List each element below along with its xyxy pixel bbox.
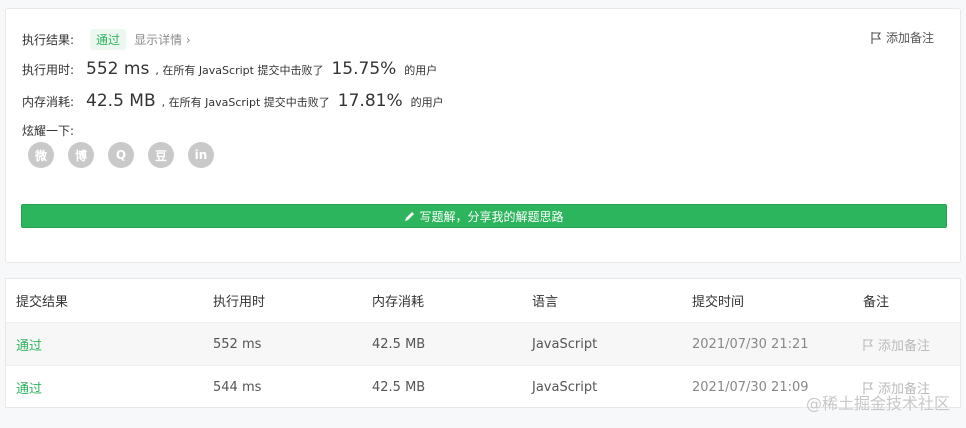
row-time: 552 ms (213, 337, 262, 352)
submissions-table: 提交结果 执行用时 内存消耗 语言 提交时间 备注 通过 552 ms 42.5… (5, 278, 961, 408)
header-result: 提交结果 (16, 295, 69, 310)
runtime-beat-text: , 在所有 JavaScript 提交中击败了 (155, 64, 324, 77)
memory-row: 内存消耗: 42.5 MB , 在所有 JavaScript 提交中击败了 17… (22, 91, 444, 111)
row-add-note-button[interactable]: 添加备注 (863, 323, 930, 366)
memory-beat-text: , 在所有 JavaScript 提交中击败了 (161, 96, 330, 109)
linkedin-icon[interactable]: in (188, 142, 214, 168)
runtime-percent: 15.75% (331, 59, 397, 79)
submission-result-card: 执行结果: 通过 显示详情 › 添加备注 执行用时: 552 ms , 在所有 … (5, 8, 961, 263)
douban-icon[interactable]: 豆 (148, 142, 174, 168)
header-time: 执行用时 (213, 295, 266, 310)
table-row: 通过 552 ms 42.5 MB JavaScript 2021/07/30 … (6, 322, 960, 365)
table-header: 提交结果 执行用时 内存消耗 语言 提交时间 备注 (6, 279, 960, 322)
header-submitted: 提交时间 (692, 295, 745, 310)
memory-label: 内存消耗: (22, 95, 75, 109)
row-submitted: 2021/07/30 21:21 (692, 337, 809, 352)
share-row: 炫耀一下: (22, 122, 74, 139)
write-solution-button[interactable]: 写题解，分享我的解题思路 (21, 204, 947, 228)
pencil-icon (405, 211, 415, 221)
status-badge: 通过 (90, 29, 127, 50)
header-memory: 内存消耗 (372, 295, 425, 310)
header-language: 语言 (532, 295, 559, 310)
row-time: 544 ms (213, 380, 262, 395)
runtime-label: 执行用时: (22, 63, 75, 77)
row-submitted: 2021/07/30 21:09 (692, 380, 809, 395)
write-solution-label: 写题解，分享我的解题思路 (419, 209, 564, 224)
runtime-suffix: 的用户 (404, 64, 438, 77)
row-result-link[interactable]: 通过 (16, 323, 42, 366)
share-label: 炫耀一下: (22, 124, 75, 138)
runtime-row: 执行用时: 552 ms , 在所有 JavaScript 提交中击败了 15.… (22, 59, 437, 79)
wechat-icon[interactable]: 微 (28, 142, 54, 168)
show-details-link[interactable]: 显示详情 › (134, 31, 191, 48)
header-note: 备注 (863, 295, 890, 310)
memory-value: 42.5 MB (86, 91, 156, 111)
share-icons: 微 博 Q 豆 in (28, 142, 214, 168)
status-row: 执行结果: 通过 显示详情 › (22, 29, 191, 50)
memory-percent: 17.81% (337, 91, 403, 111)
row-memory: 42.5 MB (372, 380, 426, 395)
add-note-label: 添加备注 (885, 31, 934, 45)
status-label: 执行结果: (22, 33, 75, 47)
runtime-value: 552 ms (86, 59, 150, 79)
flag-icon (863, 338, 874, 351)
row-note-label: 添加备注 (878, 339, 931, 354)
weibo-icon[interactable]: 博 (68, 142, 94, 168)
qq-icon[interactable]: Q (108, 142, 134, 168)
row-memory: 42.5 MB (372, 337, 426, 352)
watermark: @稀土掘金技术社区 (805, 394, 950, 413)
row-language: JavaScript (532, 337, 598, 352)
row-result-link[interactable]: 通过 (16, 366, 42, 409)
flag-icon (871, 31, 882, 44)
memory-suffix: 的用户 (410, 96, 444, 109)
row-language: JavaScript (532, 380, 598, 395)
add-note-button[interactable]: 添加备注 (871, 29, 934, 46)
